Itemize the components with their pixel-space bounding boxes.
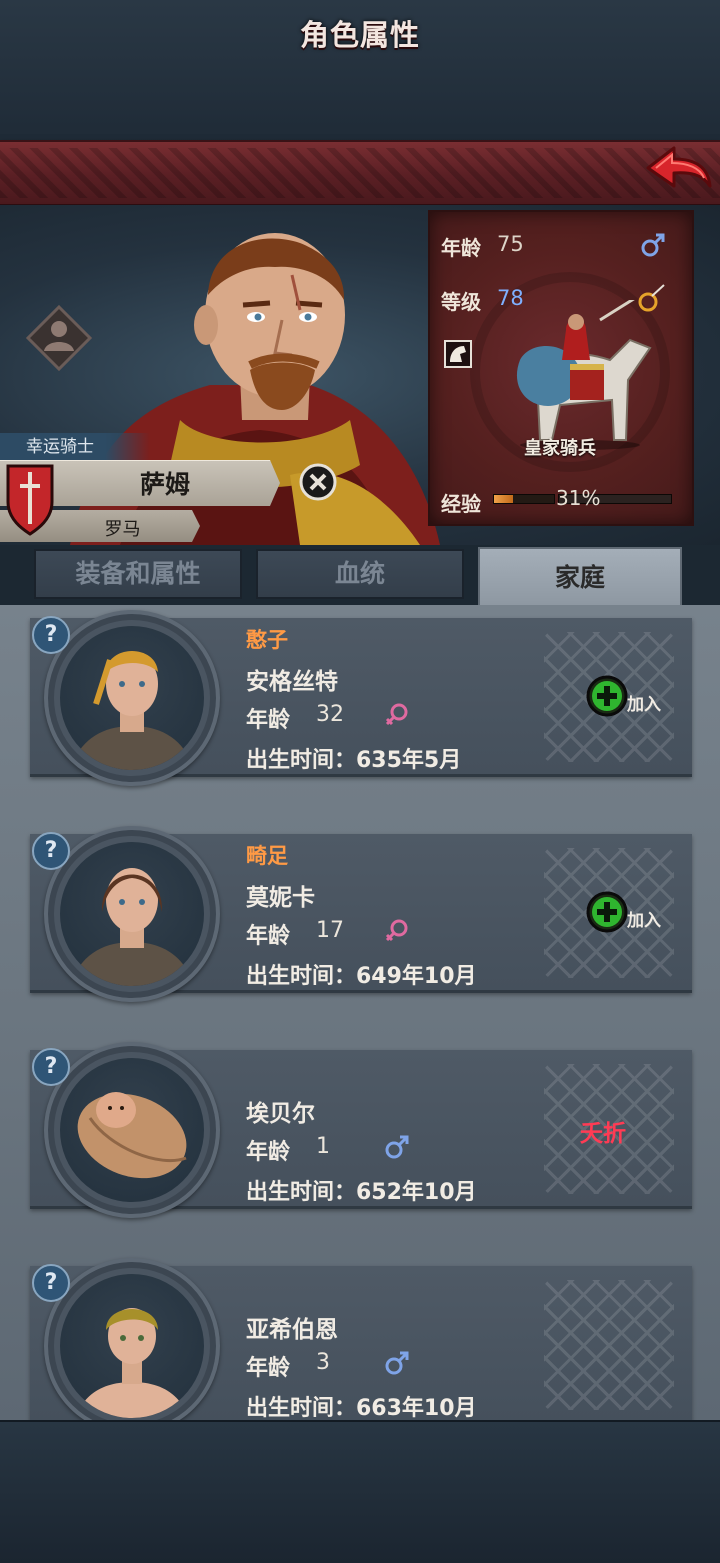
tab-family[interactable]: 家庭 <box>478 547 682 607</box>
help-icon[interactable]: ? <box>32 616 70 654</box>
join-button[interactable]: 加入 <box>585 890 675 936</box>
member-age: 3 <box>316 1350 330 1375</box>
portrait-boy <box>76 1308 188 1418</box>
member-age-label: 年龄 <box>246 1140 291 1165</box>
back-button[interactable] <box>644 142 714 194</box>
help-icon[interactable]: ? <box>32 832 70 870</box>
family-card: ? 亚希伯恩 年龄 3 出生时间：663年10月 <box>30 1258 692 1434</box>
member-avatar[interactable] <box>44 826 220 1002</box>
join-label: 加入 <box>627 695 661 715</box>
member-avatar[interactable] <box>44 1042 220 1218</box>
male-icon <box>385 1135 409 1159</box>
status-deceased: 夭折 <box>580 1121 626 1147</box>
tab-equipment[interactable]: 装备和属性 <box>34 549 242 599</box>
member-age: 1 <box>316 1134 330 1159</box>
portrait-woman-brunette <box>70 868 194 986</box>
rank-label: 幸运骑士 <box>0 433 150 461</box>
join-button[interactable]: 加入 <box>585 674 675 720</box>
member-age-label: 年龄 <box>246 1356 291 1381</box>
portrait-swaddled-baby <box>77 1092 187 1179</box>
member-trait: 憨子 <box>246 628 288 652</box>
portrait-woman-blonde <box>70 651 194 770</box>
help-icon[interactable]: ? <box>32 1264 70 1302</box>
member-birth: 出生时间：649年10月 <box>246 964 477 989</box>
member-birth: 出生时间：652年10月 <box>246 1180 477 1205</box>
cavalry-unit-image <box>516 300 652 450</box>
exp-label: 经验 <box>441 492 481 516</box>
exp-bar <box>493 494 555 504</box>
title-bar <box>0 140 720 207</box>
female-icon <box>385 919 408 942</box>
age-label: 年龄 <box>441 236 481 260</box>
add-icon <box>586 675 628 717</box>
male-icon <box>641 233 665 257</box>
member-name: 亚希伯恩 <box>246 1317 338 1343</box>
cavalry-badge-icon <box>444 340 472 368</box>
member-age-label: 年龄 <box>246 708 291 733</box>
bottom-background <box>0 1420 720 1563</box>
member-avatar[interactable] <box>44 610 220 786</box>
red-shield-icon <box>6 464 54 536</box>
back-arrow-icon <box>646 146 712 188</box>
member-avatar[interactable] <box>44 1258 220 1434</box>
female-icon <box>385 703 408 726</box>
male-icon <box>385 1351 409 1375</box>
add-icon <box>586 891 628 933</box>
member-trait: 畸足 <box>246 844 288 868</box>
level-label: 等级 <box>441 290 481 314</box>
tab-bloodline[interactable]: 血统 <box>256 549 464 599</box>
family-card: ? 憨子 安格丝特 年龄 32 出生时间：635年5月 加入 <box>30 610 692 786</box>
member-name: 安格丝特 <box>246 669 338 695</box>
age-value: 75 <box>497 232 524 256</box>
page-title: 角色属性 <box>299 18 420 52</box>
member-birth: 出生时间：663年10月 <box>246 1396 477 1421</box>
exp-percent: 31% <box>556 486 601 510</box>
member-name: 埃贝尔 <box>246 1101 315 1127</box>
member-age-label: 年龄 <box>246 924 291 949</box>
member-name: 莫妮卡 <box>246 885 315 911</box>
member-birth: 出生时间：635年5月 <box>246 748 462 773</box>
close-icon <box>299 463 337 501</box>
join-label: 加入 <box>627 911 661 931</box>
help-icon[interactable]: ? <box>32 1048 70 1086</box>
family-card: ? 埃贝尔 年龄 1 出生时间：652年10月 夭折 <box>30 1042 692 1218</box>
dismiss-button[interactable] <box>298 462 338 502</box>
member-age: 17 <box>316 918 344 943</box>
member-age: 32 <box>316 702 344 727</box>
unit-type: 皇家骑兵 <box>524 438 596 459</box>
class-emblem-icon <box>26 305 92 371</box>
family-card: ? 畸足 莫妮卡 年龄 17 出生时间：649年10月 加入 <box>30 826 692 1002</box>
